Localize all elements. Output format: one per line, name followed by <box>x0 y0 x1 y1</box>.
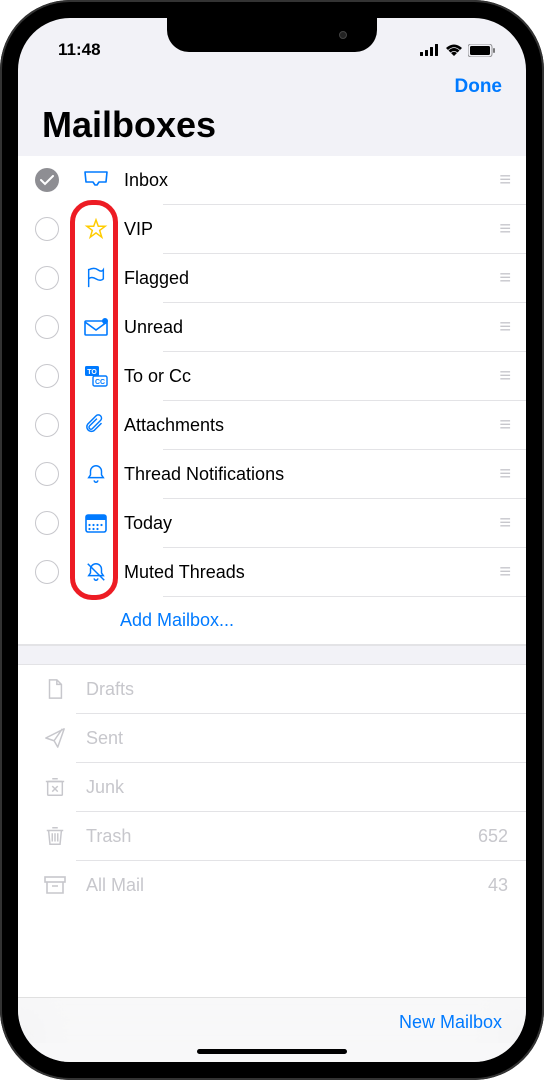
mailbox-label: Today <box>116 513 499 534</box>
star-icon <box>76 218 116 240</box>
section-spacer <box>18 645 526 665</box>
mailbox-label: Drafts <box>78 679 508 700</box>
drag-handle-icon[interactable]: ≡ <box>499 365 508 388</box>
envelope-dot-icon <box>76 316 116 338</box>
check-off-icon[interactable] <box>35 413 59 437</box>
mailbox-label: Junk <box>78 777 508 798</box>
mailbox-list: Inbox ≡ VIP ≡ Flagged ≡ Unread ≡ TO CC To… <box>18 156 526 997</box>
svg-text:CC: CC <box>95 379 105 386</box>
check-off-icon[interactable] <box>35 511 59 535</box>
home-indicator-area <box>18 1043 526 1062</box>
mailbox-row-inbox[interactable]: Inbox ≡ <box>18 156 526 204</box>
mailbox-label: Unread <box>116 317 499 338</box>
notch <box>167 18 377 52</box>
battery-icon <box>468 44 496 57</box>
home-indicator[interactable] <box>197 1049 347 1054</box>
check-off-icon[interactable] <box>35 364 59 388</box>
mailbox-row-today[interactable]: Today ≡ <box>18 499 526 547</box>
check-off-icon[interactable] <box>35 217 59 241</box>
drag-handle-icon[interactable]: ≡ <box>499 463 508 486</box>
mailbox-label: All Mail <box>78 875 488 896</box>
account-row-sent[interactable]: Sent <box>18 714 526 762</box>
paperplane-icon <box>42 727 78 749</box>
status-time: 11:48 <box>58 40 101 60</box>
tray-icon <box>76 169 116 191</box>
add-mailbox-button[interactable]: Add Mailbox... <box>18 597 526 645</box>
junk-icon <box>42 776 78 798</box>
svg-text:TO: TO <box>87 369 97 376</box>
flag-icon <box>76 267 116 289</box>
mailbox-label: Attachments <box>116 415 499 436</box>
tocc-icon: TO CC <box>76 365 116 387</box>
mailbox-row-vip[interactable]: VIP ≡ <box>18 205 526 253</box>
mailbox-label: Thread Notifications <box>116 464 499 485</box>
account-row-trash[interactable]: Trash 652 <box>18 812 526 860</box>
mailbox-row-tocc[interactable]: TO CC To or Cc ≡ <box>18 352 526 400</box>
screen: 11:48 Done Mailboxes Inbox ≡ VIP ≡ <box>18 18 526 1062</box>
account-row-allmail[interactable]: All Mail 43 <box>18 861 526 909</box>
check-off-icon[interactable] <box>35 266 59 290</box>
mailbox-row-muted[interactable]: Muted Threads ≡ <box>18 548 526 596</box>
drag-handle-icon[interactable]: ≡ <box>499 218 508 241</box>
phone-frame: 11:48 Done Mailboxes Inbox ≡ VIP ≡ <box>0 0 544 1080</box>
calendar-icon <box>76 512 116 534</box>
mailbox-label: Flagged <box>116 268 499 289</box>
check-on-icon[interactable] <box>35 168 59 192</box>
mailbox-label: Sent <box>78 728 508 749</box>
bell-slash-icon <box>76 561 116 583</box>
mailbox-row-flagged[interactable]: Flagged ≡ <box>18 254 526 302</box>
page-title: Mailboxes <box>18 102 526 156</box>
account-row-junk[interactable]: Junk <box>18 763 526 811</box>
mailbox-label: To or Cc <box>116 366 499 387</box>
archive-icon <box>42 874 78 896</box>
wifi-icon <box>445 44 463 56</box>
account-row-drafts[interactable]: Drafts <box>18 665 526 713</box>
mailbox-count: 43 <box>488 875 508 896</box>
paperclip-icon <box>76 414 116 436</box>
done-button[interactable]: Done <box>455 76 503 98</box>
mailbox-label: Inbox <box>116 170 499 191</box>
check-off-icon[interactable] <box>35 315 59 339</box>
mailbox-row-threadnotif[interactable]: Thread Notifications ≡ <box>18 450 526 498</box>
smart-mailbox-section: Inbox ≡ VIP ≡ Flagged ≡ Unread ≡ TO CC To… <box>18 156 526 645</box>
drag-handle-icon[interactable]: ≡ <box>499 414 508 437</box>
trash-icon <box>42 825 78 847</box>
check-off-icon[interactable] <box>35 462 59 486</box>
nav-bar: Done <box>18 66 526 102</box>
mailbox-row-unread[interactable]: Unread ≡ <box>18 303 526 351</box>
check-off-icon[interactable] <box>35 560 59 584</box>
mailbox-label: Trash <box>78 826 478 847</box>
account-mailbox-section: Drafts Sent Junk Trash 652 All Mail 43 <box>18 665 526 909</box>
doc-icon <box>42 678 78 700</box>
drag-handle-icon[interactable]: ≡ <box>499 561 508 584</box>
cellular-icon <box>420 44 440 56</box>
drag-handle-icon[interactable]: ≡ <box>499 512 508 535</box>
drag-handle-icon[interactable]: ≡ <box>499 316 508 339</box>
mailbox-label: VIP <box>116 219 499 240</box>
new-mailbox-button[interactable]: New Mailbox <box>399 1012 502 1033</box>
drag-handle-icon[interactable]: ≡ <box>499 169 508 192</box>
drag-handle-icon[interactable]: ≡ <box>499 267 508 290</box>
toolbar: New Mailbox <box>18 997 526 1043</box>
mailbox-label: Muted Threads <box>116 562 499 583</box>
bell-icon <box>76 463 116 485</box>
mailbox-row-attachments[interactable]: Attachments ≡ <box>18 401 526 449</box>
mailbox-count: 652 <box>478 826 508 847</box>
